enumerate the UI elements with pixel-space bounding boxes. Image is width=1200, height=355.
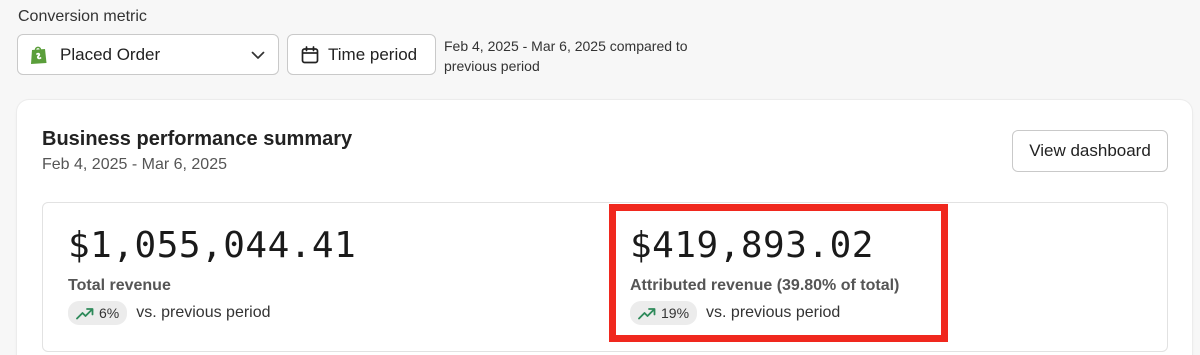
trend-up-icon — [638, 306, 656, 320]
chevron-down-icon — [250, 47, 266, 63]
total-revenue-label: Total revenue — [68, 277, 171, 294]
selected-metric-label: Placed Order — [60, 44, 161, 64]
comparison-text: vs. previous period — [706, 304, 841, 321]
view-dashboard-button[interactable]: View dashboard — [1012, 130, 1168, 172]
card-date-range: Feb 4, 2025 - Mar 6, 2025 — [42, 156, 227, 173]
time-period-button[interactable]: Time period — [287, 34, 436, 75]
card-title: Business performance summary — [42, 128, 353, 150]
attributed-revenue-label: Attributed revenue (39.80% of total) — [630, 277, 900, 294]
total-revenue-value: $1,055,044.41 — [68, 225, 357, 266]
change-percent: 19% — [661, 305, 690, 321]
attributed-revenue-value: $419,893.02 — [630, 225, 874, 266]
conversion-metric-label: Conversion metric — [18, 8, 147, 25]
business-performance-card: Business performance summary Feb 4, 2025… — [17, 100, 1192, 355]
change-badge: 19% — [630, 301, 698, 325]
change-badge: 6% — [68, 301, 128, 325]
calendar-icon — [301, 45, 319, 64]
total-revenue-change-row: 6% vs. previous period — [68, 301, 271, 325]
change-percent: 6% — [99, 305, 120, 321]
time-period-label: Time period — [328, 44, 418, 64]
metrics-panel: $1,055,044.41 Total revenue 6% vs. previ… — [42, 202, 1168, 352]
attributed-revenue-change-row: 19% vs. previous period — [630, 301, 840, 325]
period-description: Feb 4, 2025 - Mar 6, 2025 compared to pr… — [444, 38, 688, 74]
shopify-bag-icon — [30, 45, 48, 65]
trend-up-icon — [76, 306, 94, 320]
comparison-text: vs. previous period — [136, 304, 271, 321]
conversion-metric-select[interactable]: Placed Order — [17, 34, 279, 75]
